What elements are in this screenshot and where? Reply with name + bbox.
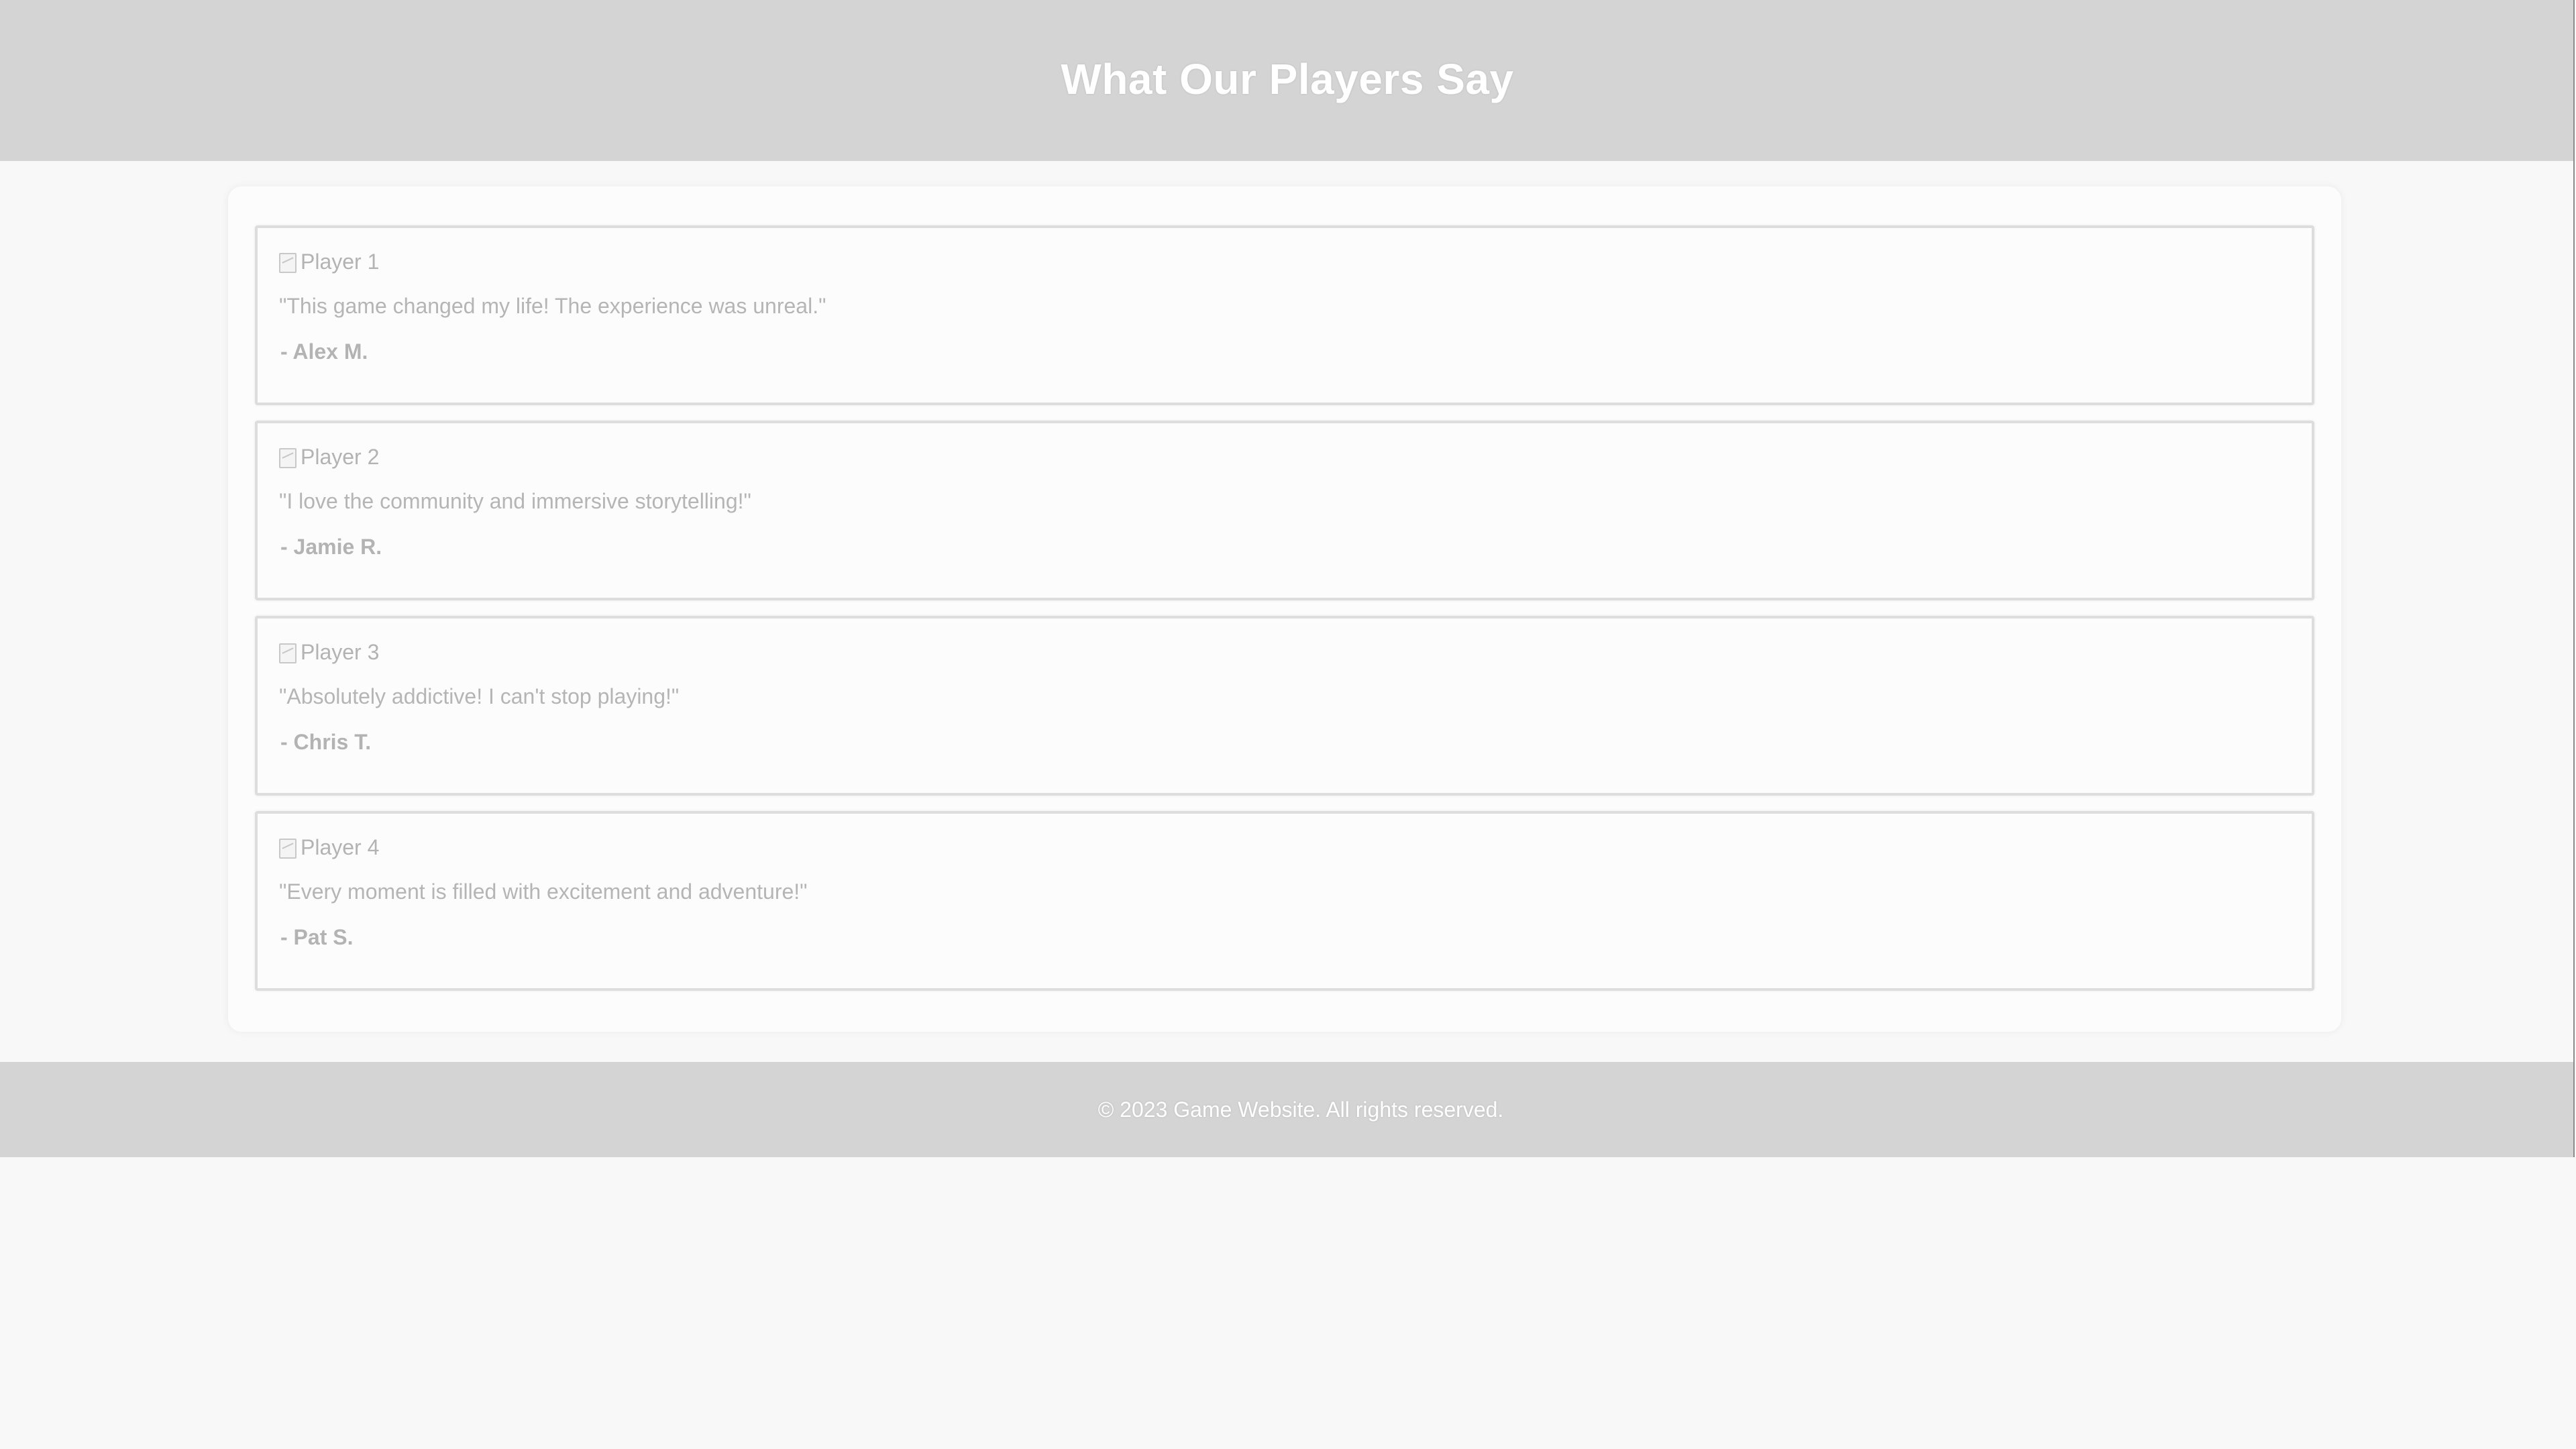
testimonials-section: Player 1 "This game changed my life! The… — [0, 161, 2575, 1062]
testimonial-quote: "I love the community and immersive stor… — [279, 489, 751, 513]
broken-image-icon — [278, 837, 298, 859]
testimonial-quote: "Absolutely addictive! I can't stop play… — [279, 684, 680, 708]
site-header: What Our Players Say — [0, 0, 2575, 161]
testimonial-card: Player 2 "I love the community and immer… — [255, 421, 2314, 600]
testimonials-panel: Player 1 "This game changed my life! The… — [228, 186, 2341, 1032]
player-image: Player 2 — [278, 442, 2312, 472]
testimonial-author: - Jamie R. — [280, 535, 382, 559]
footer-copyright: © 2023 Game Website. All rights reserved… — [1097, 1097, 1504, 1122]
testimonial-card: Player 1 "This game changed my life! The… — [255, 225, 2314, 405]
player-image: Player 3 — [278, 637, 2312, 667]
window-edge — [2573, 0, 2575, 1157]
site-footer: © 2023 Game Website. All rights reserved… — [0, 1062, 2575, 1157]
testimonial-author: - Chris T. — [280, 730, 372, 754]
testimonial-author: - Pat S. — [280, 925, 354, 949]
player-image-alt: Player 2 — [301, 444, 380, 469]
player-image: Player 4 — [278, 833, 2312, 862]
broken-image-icon — [278, 447, 298, 468]
page-title: What Our Players Say — [1061, 55, 1514, 103]
player-image-alt: Player 1 — [301, 249, 380, 274]
testimonial-quote: "This game changed my life! The experien… — [279, 294, 826, 318]
page: What Our Players Say Player 1 "This game… — [0, 0, 2575, 1449]
broken-image-icon — [278, 252, 298, 273]
player-image-alt: Player 4 — [301, 835, 380, 859]
broken-image-icon — [278, 642, 298, 663]
testimonial-quote: "Every moment is filled with excitement … — [279, 879, 808, 904]
player-image: Player 1 — [278, 247, 2312, 276]
player-image-alt: Player 3 — [301, 639, 380, 664]
testimonial-card: Player 3 "Absolutely addictive! I can't … — [255, 616, 2314, 796]
testimonial-author: - Alex M. — [280, 339, 368, 364]
testimonial-card: Player 4 "Every moment is filled with ex… — [255, 811, 2314, 991]
